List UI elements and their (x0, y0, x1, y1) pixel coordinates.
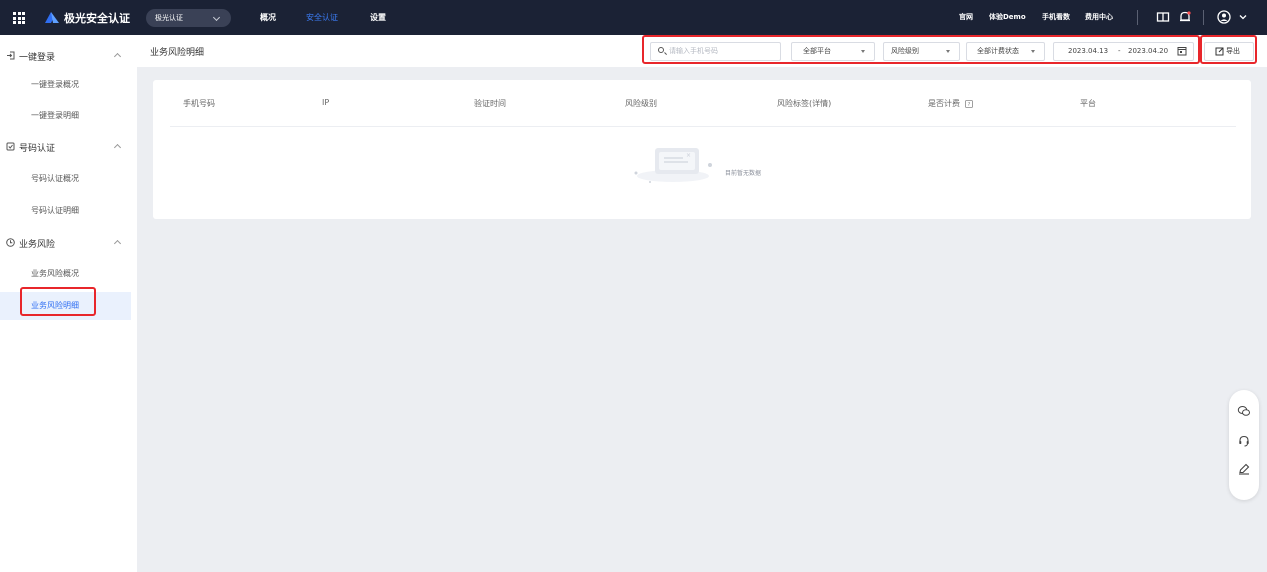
chevron-up-icon[interactable] (113, 239, 122, 248)
empty-data-illustration: × (634, 148, 712, 183)
sidebar-item-number-detail[interactable]: 号码认证明细 (31, 205, 79, 216)
sidebar-group-label: 业务风险 (19, 240, 56, 250)
sidebar-item-one-click-overview[interactable]: 一键登录概况 (31, 79, 79, 90)
chevron-up-icon[interactable] (113, 52, 122, 61)
sidebar-item-risk-overview[interactable]: 业务风险概况 (31, 268, 79, 279)
book-icon[interactable] (1156, 10, 1170, 24)
link-demo[interactable]: 体验Demo (989, 12, 1026, 22)
column-header-risk-tags: 风险标签(详情) (777, 99, 832, 108)
annotation-highlight-box (642, 35, 1200, 64)
chevron-down-icon[interactable] (1238, 10, 1248, 24)
annotation-highlight-box (20, 287, 96, 316)
sidebar-group-label: 号码认证 (19, 144, 56, 154)
sidebar-item-number-overview[interactable]: 号码认证概况 (31, 173, 79, 184)
column-header-billed: 是否计费 ? (928, 98, 973, 109)
annotation-highlight-box (1200, 35, 1257, 64)
column-header-platform: 平台 (1080, 99, 1096, 108)
risk-detail-table: 手机号码 IP 验证时间 风险级别 风险标签(详情) 是否计费 ? 平台 × 目… (153, 80, 1251, 219)
page-title: 业务风险明细 (150, 48, 205, 58)
top-navbar: 极光安全认证 极光认证 概况 安全认证 设置 官网 体验Demo 手机看数 费用… (0, 0, 1267, 35)
bell-icon[interactable] (1178, 10, 1192, 24)
link-mobile-data[interactable]: 手机看数 (1042, 12, 1070, 22)
wechat-icon[interactable] (1237, 404, 1251, 418)
sidebar-item-one-click-detail[interactable]: 一键登录明细 (31, 110, 79, 121)
svg-text:?: ? (967, 102, 970, 108)
edit-feedback-icon[interactable] (1237, 462, 1251, 476)
user-avatar-icon[interactable] (1217, 10, 1231, 24)
nav-overview[interactable]: 概况 (260, 12, 276, 23)
logo-icon (45, 12, 59, 23)
risk-icon (6, 238, 15, 247)
chevron-down-icon (212, 13, 221, 22)
nav-settings[interactable]: 设置 (370, 12, 386, 23)
app-title: 极光安全认证 (64, 12, 130, 25)
sidebar-group-label: 一键登录 (19, 53, 56, 63)
login-icon (7, 51, 15, 60)
column-header-verify-time: 验证时间 (474, 99, 506, 108)
link-official-site[interactable]: 官网 (959, 12, 973, 22)
product-select-value: 极光认证 (155, 14, 183, 22)
empty-state-text: 目前暂无数据 (725, 170, 762, 177)
table-header-divider (170, 126, 1236, 127)
column-header-ip: IP (322, 98, 330, 107)
number-auth-icon (6, 142, 15, 151)
sidebar: 一键登录 一键登录概况 一键登录明细 号码认证 号码认证概况 号码认证明细 业务… (0, 35, 137, 572)
headset-support-icon[interactable] (1237, 434, 1251, 448)
chevron-up-icon[interactable] (113, 143, 122, 152)
help-icon[interactable]: ? (964, 99, 973, 108)
divider (1137, 10, 1138, 25)
page-header: 业务风险明细 请输入手机号码 全部平台 风险级别 全部计费状态 2023.04.… (137, 35, 1267, 67)
column-header-phone: 手机号码 (183, 99, 215, 108)
column-header-billed-label: 是否计费 (928, 99, 960, 108)
floating-toolbar (1229, 390, 1259, 500)
svg-text:×: × (686, 152, 691, 159)
product-select[interactable]: 极光认证 (146, 9, 231, 27)
nav-security-auth[interactable]: 安全认证 (306, 12, 338, 23)
link-billing-center[interactable]: 费用中心 (1085, 12, 1113, 22)
app-grid-icon[interactable] (13, 12, 25, 24)
column-header-risk-level: 风险级别 (625, 99, 657, 108)
divider (1203, 10, 1204, 25)
